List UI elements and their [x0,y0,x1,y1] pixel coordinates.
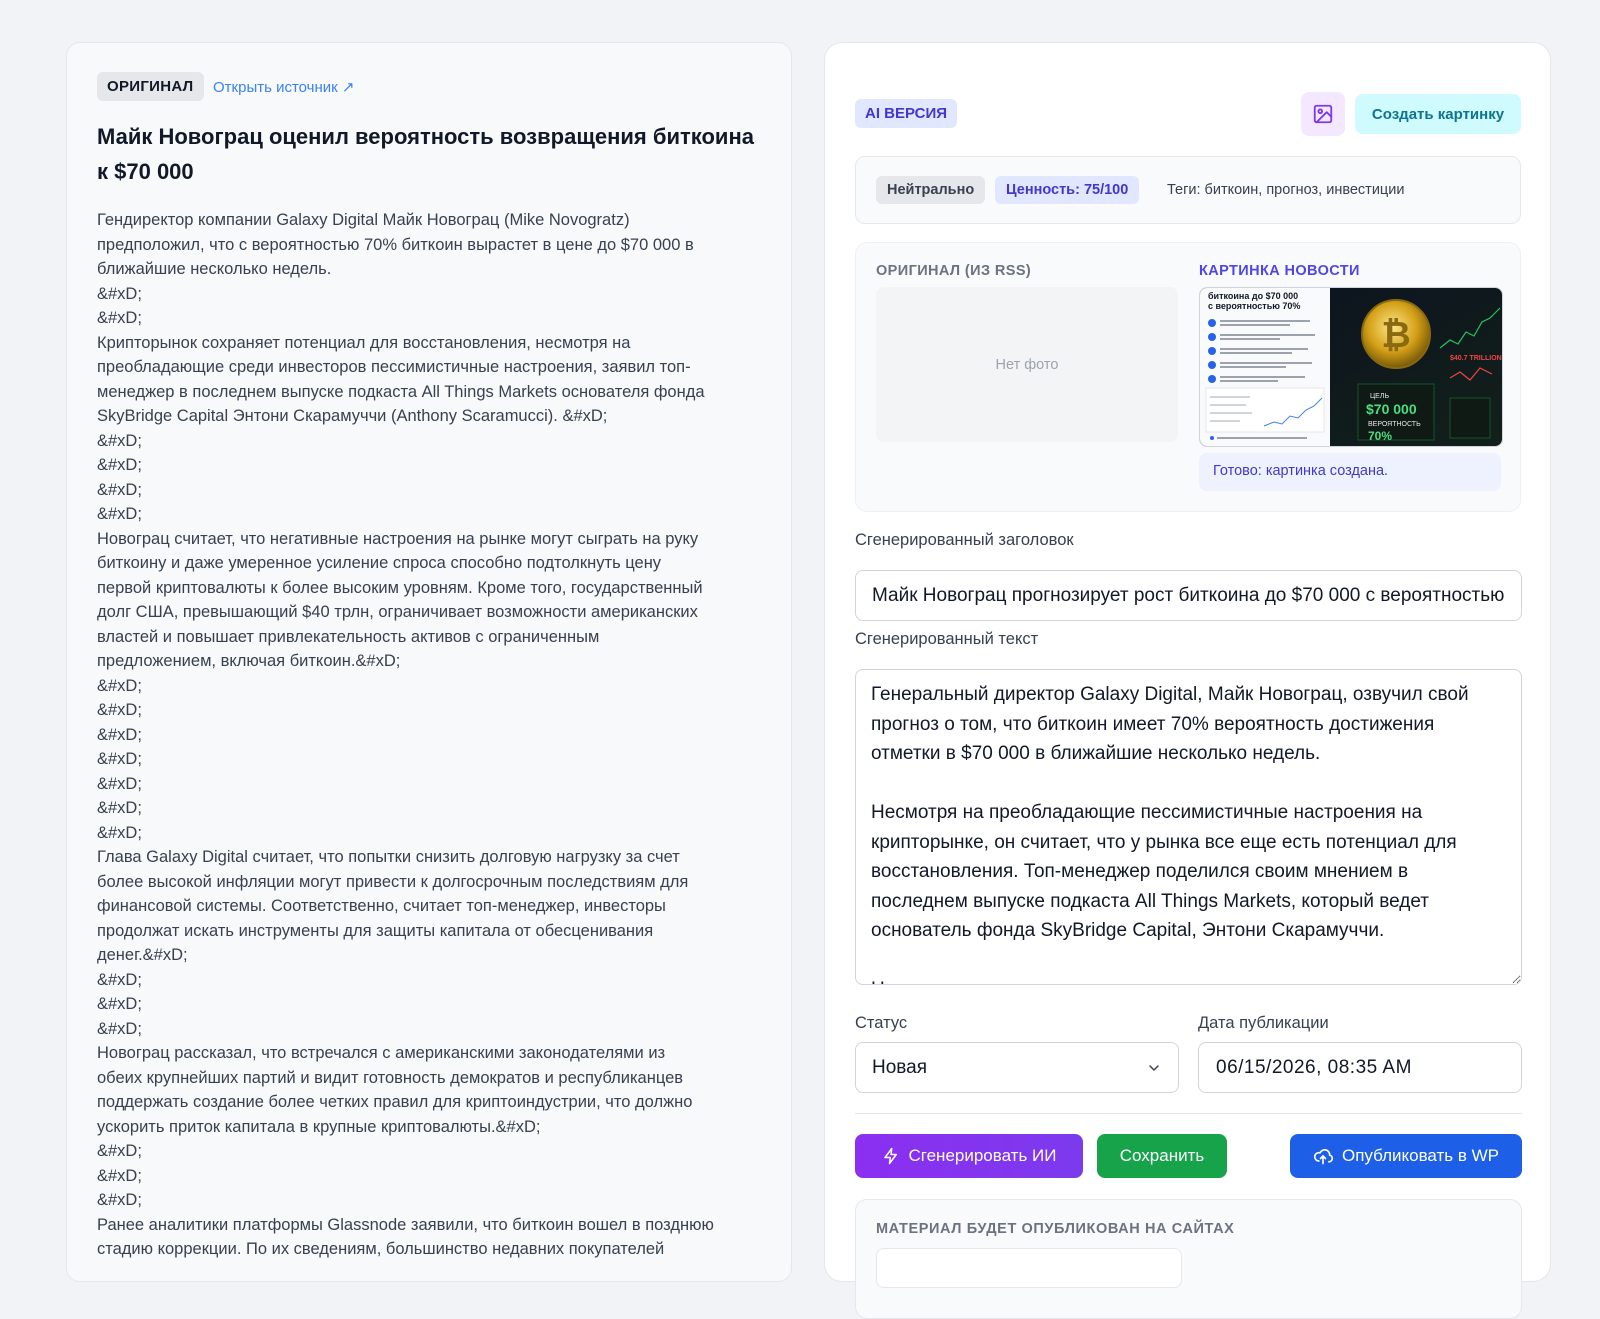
article-line: SkyBridge Capital Энтони Скарамуччи (Ant… [97,407,608,425]
value-score-badge: Ценность: 75/100 [995,176,1140,204]
article-body: Гендиректор компании Galaxy Digital Майк… [97,208,767,1262]
article-line: денег.&#xD; [97,946,188,964]
news-image-prob-label: ВЕРОЯТНОСТЬ [1368,421,1421,428]
article-title: Майк Новограц оценил вероятность возвращ… [97,124,754,184]
article-line: &#xD; [97,456,142,474]
publish-date-label: Дата публикации [1198,1014,1329,1032]
status-select-value: Новая [872,1057,928,1078]
article-line: продолжат искать инструменты для защиты … [97,921,654,940]
article-line: стадию коррекции. По их сведениям, больш… [97,1240,665,1258]
article-line: &#xD; [97,1142,142,1160]
lightning-icon [883,1147,897,1165]
publish-wp-label: Опубликовать в WP [1341,1146,1500,1165]
images-section: ОРИГИНАЛ (ИЗ RSS) Нет фото КАРТИНКА НОВО… [855,242,1521,512]
original-image-label: ОРИГИНАЛ (ИЗ RSS) [876,263,1032,279]
publish-date-input[interactable] [1198,1042,1522,1093]
news-image-headline-2: с вероятностью 70% [1208,301,1300,311]
article-line: биткоину и даже умеренное усиление спрос… [97,554,662,572]
generated-text-label: Сгенерированный текст [855,630,1039,648]
article-line: &#xD; [97,431,142,450]
article-line: менеджер в последнем выпуске подкаста Al… [97,382,705,401]
publish-sites-title: МАТЕРИАЛ БУДЕТ ОПУБЛИКОВАН НА САЙТАХ [876,1221,1235,1237]
news-image-price: $70 000 [1366,401,1417,417]
article-line: обеих крупнейших партий и видит готовнос… [97,1068,684,1087]
article-line: преобладающие среди инвесторов пессимист… [97,358,691,376]
article-line: более высокой инфляции могут привести к … [97,872,689,891]
news-image[interactable]: биткоина до $70 000 с вероятностью 70% $… [1199,287,1503,447]
article-line: &#xD; [97,480,142,499]
generate-ai-button[interactable]: Сгенерировать ИИ [855,1134,1083,1178]
no-photo-text: Нет фото [995,356,1059,373]
svg-text:₿: ₿ [1381,314,1410,355]
article-line: ближайшие несколько недель. [97,260,332,278]
article-line: Новограц рассказал, что встречался с аме… [97,1044,666,1062]
article-line: долг США, превышающий $40 трлн, ограничи… [97,603,698,621]
original-panel: ОРИГИНАЛ Открыть источник ↗ Майк Новогра… [66,42,792,1282]
image-ready-text: Готово: картинка создана. [1213,463,1389,479]
create-image-button[interactable]: Создать картинку [1355,94,1521,134]
article-line: Глава Galaxy Digital считает, что попытк… [97,848,680,866]
chevron-down-icon [1149,1065,1159,1071]
no-photo-placeholder: Нет фото [876,287,1178,442]
article-line: &#xD; [97,1191,142,1209]
article-line: властей и повышает привлекательность акт… [97,627,600,646]
article-line: &#xD; [97,799,142,817]
article-line: первой криптовалюты к более высоким уров… [97,578,703,597]
publish-wp-button[interactable]: Опубликовать в WP [1290,1134,1522,1178]
article-line: финансовой системы. Соответственно, счит… [97,897,666,915]
article-line: &#xD; [97,284,142,303]
publish-sites-section: МАТЕРИАЛ БУДЕТ ОПУБЛИКОВАН НА САЙТАХ [855,1199,1522,1319]
article-line: Новограц считает, что негативные настрое… [97,529,699,548]
svg-text:$40.7 TRILLION: $40.7 TRILLION [1450,355,1502,362]
article-line: &#xD; [97,750,142,768]
article-line: ускорить приток капитала в крупные крипт… [97,1117,541,1136]
article-line: предположил, что с вероятностью 70% битк… [97,235,694,254]
save-button[interactable]: Сохранить [1097,1134,1227,1178]
article-line: &#xD; [97,995,142,1013]
article-line: предложением, включая биткоин.&#xD; [97,652,401,670]
news-image-goal-label: ЦЕЛЬ [1370,393,1389,400]
status-label: Статус [855,1014,908,1032]
article-line: Крипторынок сохраняет потенциал для восс… [97,333,631,352]
article-line: &#xD; [97,676,142,695]
ai-panel: AI ВЕРСИЯ Создать картинку Нейтрально Це… [824,42,1551,1319]
site-chip[interactable] [876,1248,1182,1288]
article-line: &#xD; [97,970,142,989]
original-badge: ОРИГИНАЛ [97,72,204,101]
tone-badge: Нейтрально [876,176,986,204]
status-select[interactable]: Новая [855,1042,1179,1093]
article-line: &#xD; [97,309,142,327]
generate-ai-label: Сгенерировать ИИ [908,1146,1057,1165]
tags-text: Теги: биткоин, прогноз, инвестиции [1167,182,1405,198]
image-ready-note: Готово: картинка создана. [1199,453,1501,491]
article-line: &#xD; [97,823,142,842]
open-source-link[interactable]: Открыть источник ↗ [213,78,354,96]
article-line: &#xD; [97,505,142,523]
image-icon-button[interactable] [1301,92,1345,136]
article-line: &#xD; [97,1019,142,1038]
generated-title-input[interactable] [855,570,1522,621]
article-line: поддержать создание более четких правил … [97,1093,693,1111]
article-line: &#xD; [97,774,142,793]
image-icon [1313,104,1333,124]
analysis-summary: Нейтрально Ценность: 75/100 Теги: биткои… [855,156,1521,224]
generated-text-area[interactable]: Генеральный директор Galaxy Digital, Май… [855,669,1522,985]
news-image-headline-1: биткоина до $70 000 [1208,291,1298,301]
article-line: Ранее аналитики платформы Glassnode заяв… [97,1215,714,1234]
generated-title-label: Сгенерированный заголовок [855,531,1074,549]
news-image-graphic: биткоина до $70 000 с вероятностью 70% $… [1200,288,1502,446]
cloud-upload-icon [1313,1149,1333,1165]
article-line: &#xD; [97,1166,142,1185]
ai-version-badge: AI ВЕРСИЯ [855,99,958,128]
article-line: Гендиректор компании Galaxy Digital Майк… [97,211,630,229]
divider [855,1113,1522,1114]
article-line: &#xD; [97,701,142,719]
article-line: &#xD; [97,725,142,744]
save-label: Сохранить [1119,1146,1205,1165]
news-image-label[interactable]: КАРТИНКА НОВОСТИ [1199,263,1360,279]
news-image-prob-value: 70% [1368,429,1392,443]
